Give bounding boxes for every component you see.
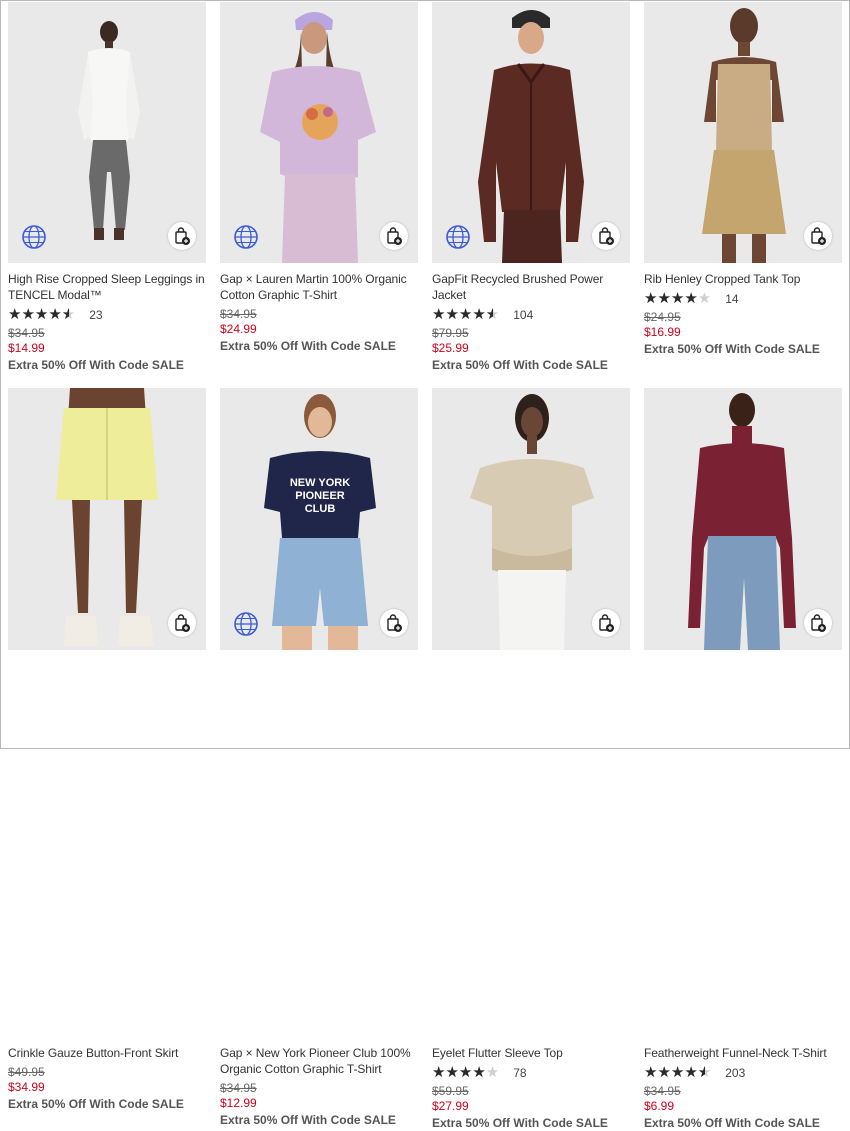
bag-plus-icon[interactable] (168, 609, 196, 637)
product-card[interactable]: Eyelet Flutter Sleeve Top ★★★★★★★★★★ 78 … (432, 388, 630, 1130)
product-name[interactable]: Featherweight Funnel-Neck T-Shirt (644, 1045, 842, 1061)
bag-plus-icon[interactable] (804, 609, 832, 637)
product-image[interactable] (8, 2, 206, 263)
original-price: $79.95 (432, 326, 469, 340)
product-info: Crinkle Gauze Button-Front Skirt $49.95 … (8, 1045, 206, 1112)
promo-text: Extra 50% Off With Code SALE (432, 358, 608, 372)
product-card[interactable]: High Rise Cropped Sleep Leggings in TENC… (8, 2, 206, 372)
original-price: $34.95 (644, 1084, 681, 1098)
product-rating: ★★★★★★★★★★ 203 (644, 1065, 842, 1081)
product-name[interactable]: GapFit Recycled Brushed Power Jacket (432, 271, 630, 303)
shirt-print-line-1: NEW YORK (290, 477, 350, 489)
original-price: $34.95 (8, 326, 45, 340)
review-count[interactable]: 23 (89, 308, 102, 322)
review-count[interactable]: 104 (513, 308, 533, 322)
product-info: High Rise Cropped Sleep Leggings in TENC… (8, 271, 206, 373)
original-price: $49.95 (8, 1065, 45, 1079)
product-image[interactable] (432, 388, 630, 650)
product-card[interactable]: Gap × Lauren Martin 100% Organic Cotton … (220, 2, 418, 372)
promo-text: Extra 50% Off With Code SALE (644, 1116, 820, 1130)
bag-plus-icon[interactable] (168, 222, 196, 250)
original-price: $59.95 (432, 1084, 469, 1098)
star-rating: ★★★★★★★★★★ (432, 1064, 500, 1081)
original-price: $34.95 (220, 1081, 257, 1095)
promo-text: Extra 50% Off With Code SALE (432, 1116, 608, 1130)
product-grid: High Rise Cropped Sleep Leggings in TENC… (0, 0, 850, 1130)
promo-text: Extra 50% Off With Code SALE (8, 358, 184, 372)
bag-plus-icon[interactable] (380, 609, 408, 637)
promo-text: Extra 50% Off With Code SALE (8, 1097, 184, 1111)
product-rating: ★★★★★★★★★★ 14 (644, 291, 842, 307)
sale-price: $12.99 (220, 1096, 257, 1110)
product-card[interactable]: Crinkle Gauze Button-Front Skirt $49.95 … (8, 388, 206, 1111)
sale-price: $24.99 (220, 322, 257, 336)
star-rating: ★★★★★★★★★★ (432, 306, 500, 323)
product-card[interactable]: Featherweight Funnel-Neck T-Shirt ★★★★★ ★… (644, 388, 842, 1130)
globe-icon (232, 223, 260, 251)
original-price: $24.95 (644, 310, 681, 324)
review-count[interactable]: 203 (725, 1066, 745, 1080)
star-rating: ★★★★★★★★★★ (8, 306, 76, 323)
product-info: Eyelet Flutter Sleeve Top ★★★★★★★★★★ 78 … (432, 1045, 630, 1131)
promo-text: Extra 50% Off With Code SALE (220, 339, 396, 353)
star-rating: ★★★★★★★★★★ (644, 290, 712, 307)
review-count[interactable]: 14 (725, 292, 738, 306)
product-rating: ★★★★★★★★★★ 78 (432, 1065, 630, 1081)
product-name[interactable]: Gap × Lauren Martin 100% Organic Cotton … (220, 271, 418, 303)
product-name[interactable]: Gap × New York Pioneer Club 100% Organic… (220, 1045, 418, 1077)
shirt-print-line-3: CLUB (305, 503, 336, 515)
globe-icon (444, 223, 472, 251)
promo-text: Extra 50% Off With Code SALE (220, 1113, 396, 1127)
product-info: Rib Henley Cropped Tank Top ★★★★★★★★★★ 1… (644, 271, 842, 357)
sale-price: $25.99 (432, 341, 469, 355)
sale-price: $6.99 (644, 1099, 675, 1113)
sale-price: $34.99 (8, 1080, 45, 1094)
product-name[interactable]: High Rise Cropped Sleep Leggings in TENC… (8, 271, 206, 303)
product-rating: ★★★★★★★★★★ 104 (432, 307, 630, 323)
bag-plus-icon[interactable] (592, 609, 620, 637)
bag-plus-icon[interactable] (804, 222, 832, 250)
promo-text: Extra 50% Off With Code SALE (644, 342, 820, 356)
star-rating: ★★★★★★★★★★ (644, 1064, 712, 1081)
sale-price: $27.99 (432, 1099, 469, 1113)
product-name[interactable]: Eyelet Flutter Sleeve Top (432, 1045, 630, 1061)
product-info: GapFit Recycled Brushed Power Jacket ★★★… (432, 271, 630, 373)
product-image[interactable] (8, 388, 206, 650)
product-info: Gap × Lauren Martin 100% Organic Cotton … (220, 271, 418, 354)
product-info: Featherweight Funnel-Neck T-Shirt ★★★★★ ★… (644, 1045, 842, 1131)
product-card[interactable]: GapFit Recycled Brushed Power Jacket ★★★… (432, 2, 630, 372)
product-image[interactable]: NEW YORK PIONEER CLUB (220, 388, 418, 650)
product-name[interactable]: Rib Henley Cropped Tank Top (644, 271, 842, 287)
original-price: $34.95 (220, 307, 257, 321)
sale-price: $14.99 (8, 341, 45, 355)
bag-plus-icon[interactable] (380, 222, 408, 250)
product-rating: ★★★★★★★★★★ 23 (8, 307, 206, 323)
bag-plus-icon[interactable] (592, 222, 620, 250)
product-image[interactable] (220, 2, 418, 263)
product-image[interactable] (644, 2, 842, 263)
product-info: Gap × New York Pioneer Club 100% Organic… (220, 1045, 418, 1128)
globe-icon (20, 223, 48, 251)
product-name[interactable]: Crinkle Gauze Button-Front Skirt (8, 1045, 206, 1061)
product-image[interactable] (432, 2, 630, 263)
review-count[interactable]: 78 (513, 1066, 526, 1080)
shirt-print-line-2: PIONEER (295, 490, 345, 502)
product-image[interactable] (644, 388, 842, 650)
product-card[interactable]: NEW YORK PIONEER CLUB Gap × New York Pio… (220, 388, 418, 1127)
globe-icon (232, 610, 260, 638)
sale-price: $16.99 (644, 325, 681, 339)
product-card[interactable]: Rib Henley Cropped Tank Top ★★★★★★★★★★ 1… (644, 2, 842, 372)
